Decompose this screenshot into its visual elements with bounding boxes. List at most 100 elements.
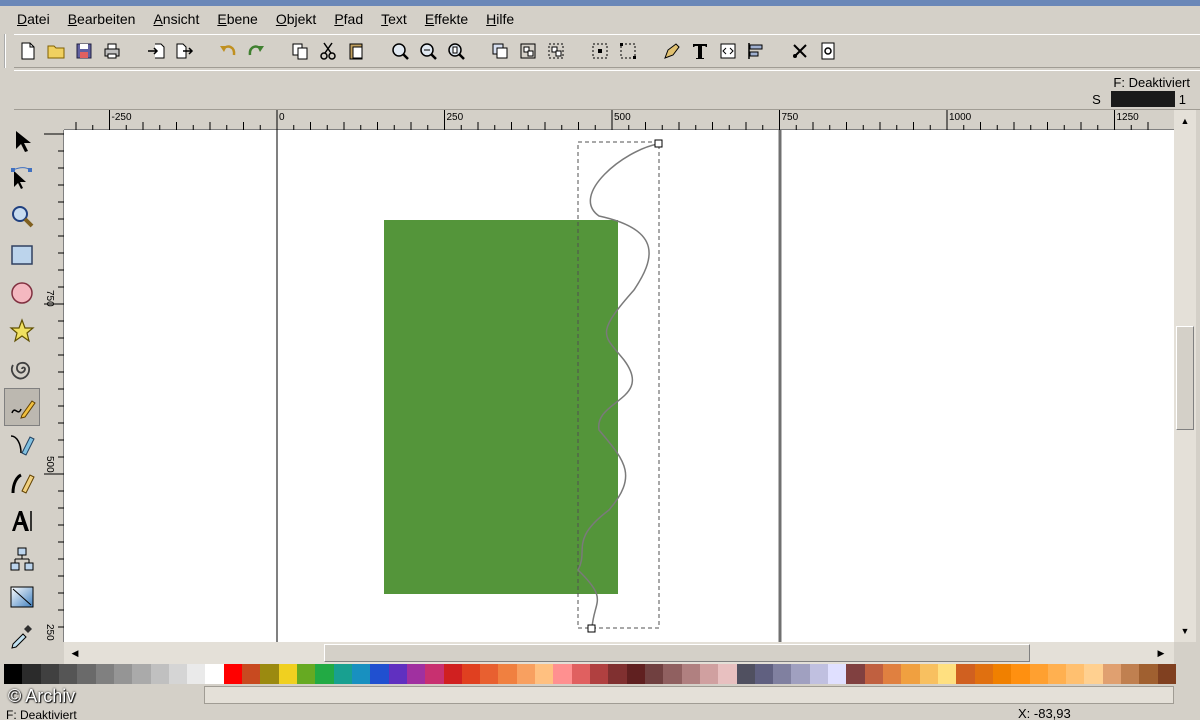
palette-swatch[interactable]: [791, 664, 810, 684]
horizontal-scroll-thumb[interactable]: [324, 644, 1030, 662]
palette-swatch[interactable]: [699, 664, 719, 684]
zoom-page-button[interactable]: [442, 37, 470, 65]
palette-swatch[interactable]: [40, 664, 59, 684]
text-font-button[interactable]: [686, 37, 714, 65]
palette-swatch[interactable]: [883, 664, 902, 684]
horizontal-scrollbar[interactable]: ◀ ▶: [64, 642, 1174, 664]
scroll-down-arrow[interactable]: ▼: [1176, 622, 1194, 640]
paste-button[interactable]: [342, 37, 370, 65]
palette-swatch[interactable]: [535, 664, 554, 684]
palette-swatch[interactable]: [113, 664, 133, 684]
palette-scrollbar[interactable]: [204, 686, 1174, 704]
distribute-button[interactable]: [614, 37, 642, 65]
selector-tool[interactable]: [4, 122, 40, 160]
print-button[interactable]: [98, 37, 126, 65]
open-button[interactable]: [42, 37, 70, 65]
save-button[interactable]: [70, 37, 98, 65]
palette-swatch[interactable]: [168, 664, 188, 684]
calligraphy-tool[interactable]: [4, 464, 40, 502]
document-properties-button[interactable]: [814, 37, 842, 65]
vertical-scroll-thumb[interactable]: [1176, 326, 1194, 430]
rectangle-tool[interactable]: [4, 236, 40, 274]
palette-swatch[interactable]: [333, 664, 352, 684]
palette-swatch[interactable]: [1084, 664, 1103, 684]
palette-swatch[interactable]: [315, 664, 334, 684]
palette-swatch[interactable]: [4, 664, 23, 684]
palette-swatch[interactable]: [205, 664, 224, 684]
palette-swatch[interactable]: [498, 664, 517, 684]
fill-stroke-button[interactable]: [658, 37, 686, 65]
palette-swatch[interactable]: [1029, 664, 1048, 684]
import-button[interactable]: [142, 37, 170, 65]
undo-button[interactable]: [214, 37, 242, 65]
menu-ansicht[interactable]: Ansicht: [144, 6, 208, 32]
palette-swatch[interactable]: [1139, 664, 1158, 684]
horizontal-ruler[interactable]: -250 0 250 500 750 1000 1250: [64, 110, 1174, 130]
palette-swatch[interactable]: [242, 664, 261, 684]
copy-button[interactable]: [286, 37, 314, 65]
palette-swatch[interactable]: [663, 664, 682, 684]
group-button[interactable]: [514, 37, 542, 65]
scroll-up-arrow[interactable]: ▲: [1176, 112, 1194, 130]
spiral-tool[interactable]: [4, 350, 40, 388]
node-tool[interactable]: [4, 160, 40, 198]
palette-swatch[interactable]: [150, 664, 169, 684]
palette-swatch[interactable]: [681, 664, 700, 684]
drawing-canvas[interactable]: [64, 130, 1174, 642]
palette-swatch[interactable]: [1011, 664, 1030, 684]
palette-swatch[interactable]: [736, 664, 755, 684]
toolbar-grip[interactable]: [4, 34, 12, 68]
palette-swatch[interactable]: [901, 664, 920, 684]
text-tool[interactable]: [4, 502, 40, 540]
palette-swatch[interactable]: [278, 664, 297, 684]
palette-swatch[interactable]: [608, 664, 627, 684]
menu-effekte[interactable]: Effekte: [416, 6, 477, 32]
palette-swatch[interactable]: [443, 664, 462, 684]
palette-swatch[interactable]: [571, 664, 590, 684]
green-rectangle[interactable]: [384, 220, 618, 594]
palette-swatch[interactable]: [919, 664, 938, 684]
palette-swatch[interactable]: [388, 664, 407, 684]
menu-objekt[interactable]: Objekt: [267, 6, 325, 32]
palette-swatch[interactable]: [937, 664, 957, 684]
xml-editor-button[interactable]: [714, 37, 742, 65]
palette-swatch[interactable]: [956, 664, 975, 684]
menu-text[interactable]: Text: [372, 6, 416, 32]
palette-swatch[interactable]: [516, 664, 536, 684]
pen-tool[interactable]: [4, 426, 40, 464]
vertical-ruler[interactable]: 750 500 250: [44, 130, 64, 642]
stroke-indicator[interactable]: S 1: [1092, 91, 1186, 107]
palette-swatch[interactable]: [1157, 664, 1176, 684]
align-distribute-button[interactable]: [742, 37, 770, 65]
path-end-node-handle[interactable]: [654, 139, 663, 148]
duplicate-button[interactable]: [486, 37, 514, 65]
palette-swatch[interactable]: [828, 664, 847, 684]
menu-ebene[interactable]: Ebene: [208, 6, 267, 32]
preferences-button[interactable]: [786, 37, 814, 65]
menu-hilfe[interactable]: Hilfe: [477, 6, 523, 32]
dropper-tool[interactable]: [4, 616, 40, 654]
palette-swatch[interactable]: [644, 664, 664, 684]
palette-swatch[interactable]: [773, 664, 792, 684]
palette-swatch[interactable]: [77, 664, 96, 684]
palette-swatch[interactable]: [58, 664, 78, 684]
palette-swatch[interactable]: [370, 664, 389, 684]
palette-swatch[interactable]: [95, 664, 114, 684]
align-button[interactable]: [586, 37, 614, 65]
palette-swatch[interactable]: [22, 664, 41, 684]
palette-swatch[interactable]: [846, 664, 865, 684]
palette-swatch[interactable]: [1102, 664, 1122, 684]
palette-swatch[interactable]: [223, 664, 243, 684]
fill-indicator[interactable]: F: Deaktiviert: [1113, 75, 1190, 90]
palette-swatch[interactable]: [718, 664, 737, 684]
cut-button[interactable]: [314, 37, 342, 65]
ellipse-tool[interactable]: [4, 274, 40, 312]
menu-bearbeiten[interactable]: Bearbeiten: [59, 6, 145, 32]
menu-pfad[interactable]: Pfad: [325, 6, 372, 32]
palette-swatch[interactable]: [809, 664, 829, 684]
palette-swatch[interactable]: [480, 664, 499, 684]
palette-swatch[interactable]: [992, 664, 1012, 684]
palette-swatch[interactable]: [1066, 664, 1085, 684]
palette-swatch[interactable]: [260, 664, 279, 684]
palette-swatch[interactable]: [351, 664, 371, 684]
